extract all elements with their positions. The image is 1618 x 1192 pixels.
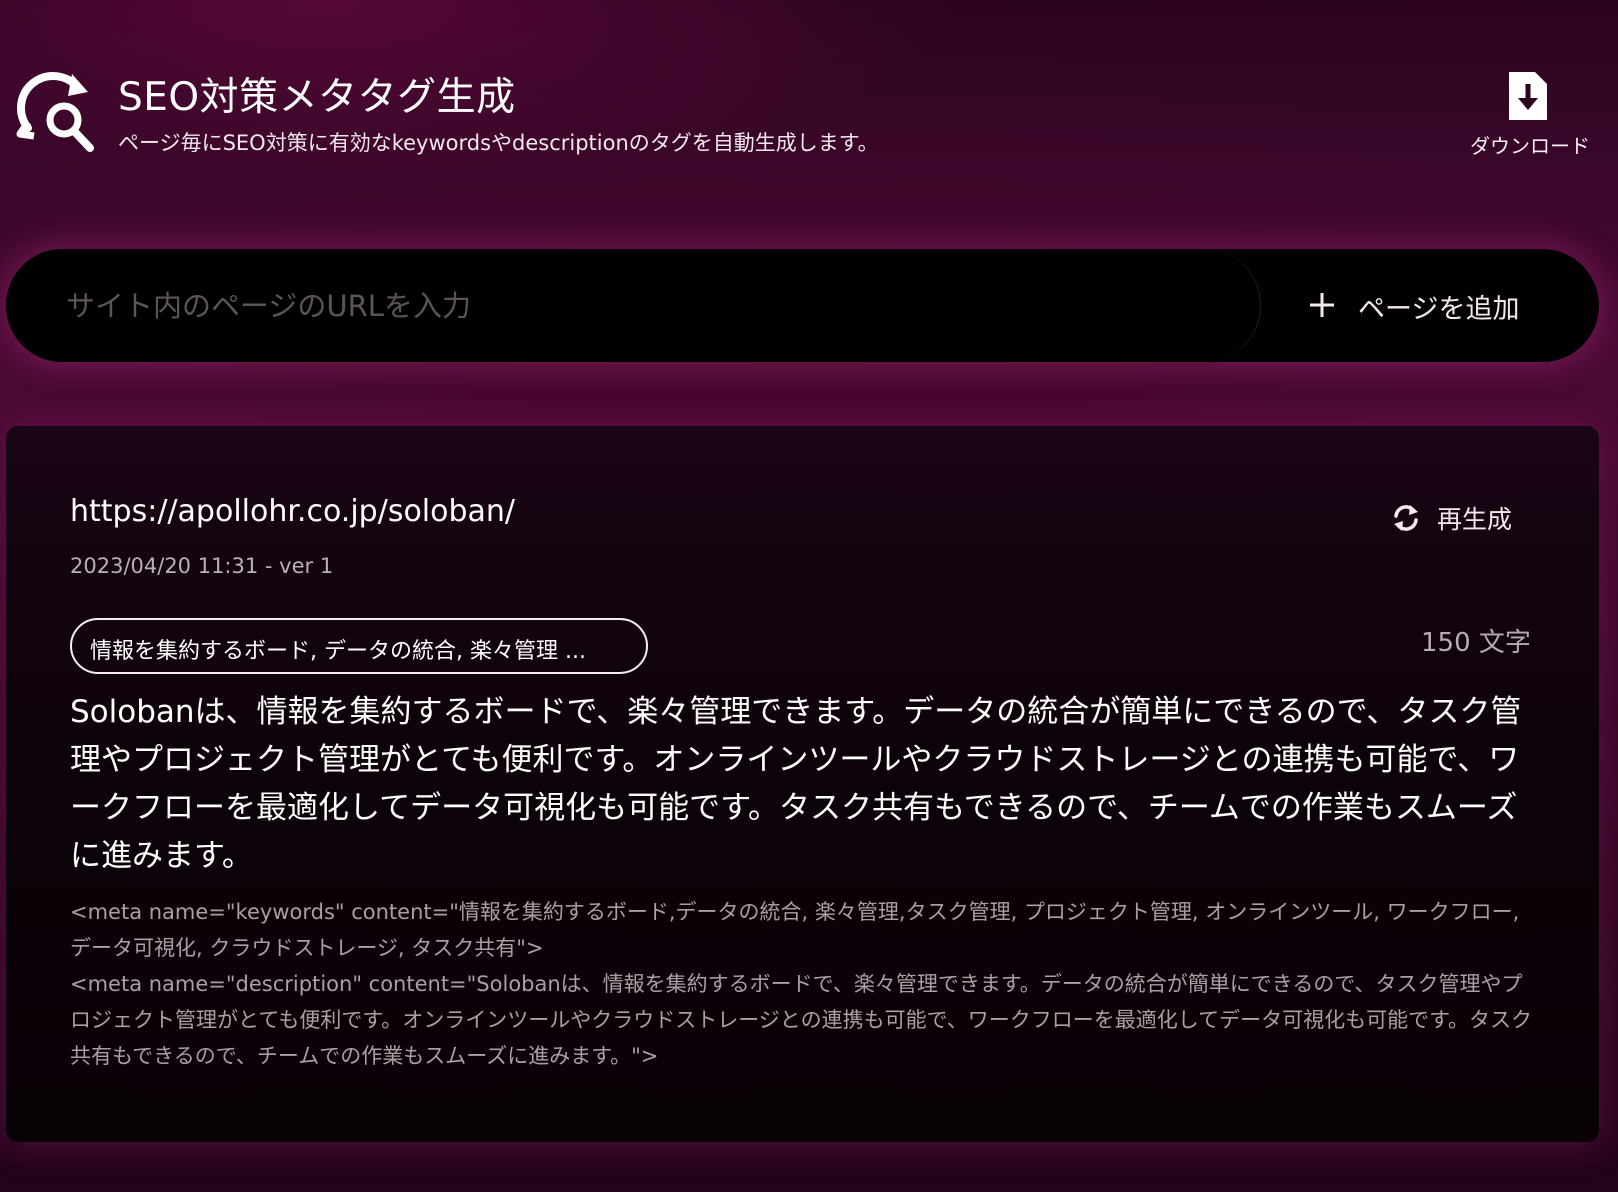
app-header: SEO対策メタタグ生成 ページ毎にSEO対策に有効なkeywordsやdescr… bbox=[0, 0, 1618, 200]
meta-tags-output: <meta name="keywords" content="情報を集約するボー… bbox=[70, 894, 1540, 1074]
add-page-button[interactable]: ページを追加 bbox=[1286, 271, 1586, 341]
page-result-card: https://apollohr.co.jp/soloban/ 2023/04/… bbox=[6, 426, 1599, 1142]
regenerate-label: 再生成 bbox=[1437, 505, 1513, 534]
url-input-container bbox=[6, 249, 1261, 362]
generated-description: Solobanは、情報を集約するボードで、楽々管理できます。データの統合が簡単に… bbox=[70, 694, 1522, 874]
plus-icon bbox=[1308, 291, 1336, 319]
search-sync-icon bbox=[14, 70, 100, 156]
page-timestamp-version: 2023/04/20 11:31 - ver 1 bbox=[70, 554, 334, 578]
url-input[interactable] bbox=[66, 279, 1216, 333]
meta-keywords-tag: <meta name="keywords" content="情報を集約するボー… bbox=[70, 900, 1520, 960]
regenerate-button[interactable]: 再生成 bbox=[1391, 496, 1541, 540]
refresh-icon bbox=[1391, 502, 1421, 534]
url-bar: ページを追加 bbox=[6, 249, 1599, 362]
page-title: SEO対策メタタグ生成 bbox=[118, 75, 516, 120]
page-subtitle: ページ毎にSEO対策に有効なkeywordsやdescriptionのタグを自動… bbox=[118, 131, 879, 155]
download-label: ダウンロード bbox=[1470, 134, 1590, 158]
add-page-label: ページを追加 bbox=[1358, 294, 1520, 325]
download-button[interactable]: ダウンロード bbox=[1455, 66, 1605, 162]
keywords-pill[interactable]: 情報を集約するボード, データの統合, 楽々管理 ... bbox=[70, 618, 648, 674]
file-download-icon bbox=[1505, 68, 1551, 124]
character-count: 150 文字 bbox=[1421, 628, 1531, 658]
page-url: https://apollohr.co.jp/soloban/ bbox=[70, 494, 516, 529]
meta-description-tag: <meta name="description" content="Soloba… bbox=[70, 972, 1533, 1068]
